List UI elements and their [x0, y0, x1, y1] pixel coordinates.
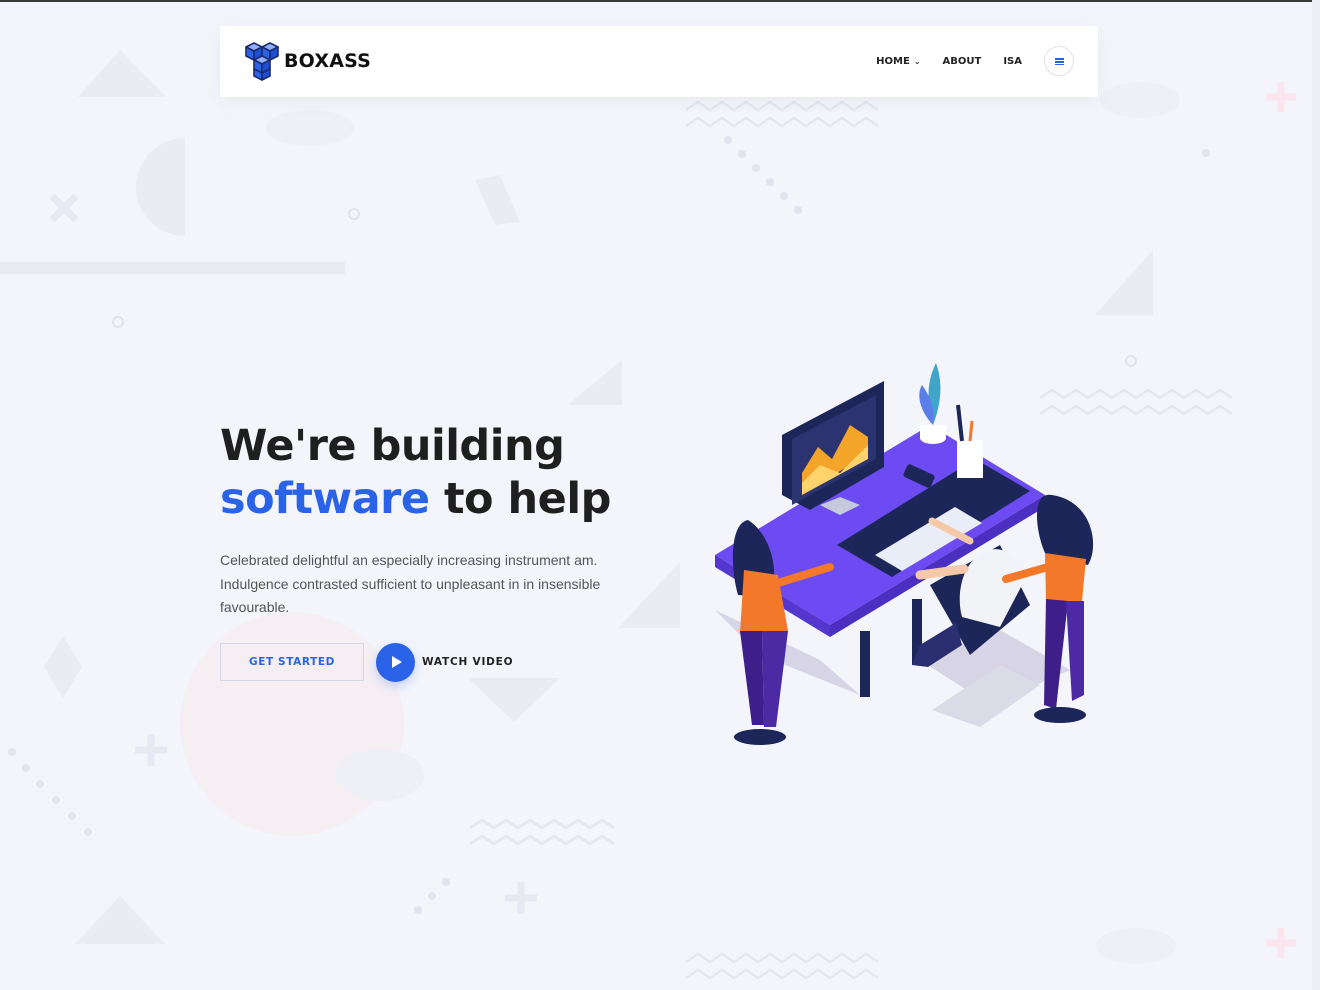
- play-icon: [392, 656, 402, 668]
- scrollbar-track[interactable]: [1312, 0, 1320, 990]
- window-top-border: [0, 0, 1320, 2]
- isometric-office-team-illustration: [715, 363, 1094, 745]
- get-started-button[interactable]: GET STARTED: [220, 643, 364, 681]
- hero-description: Celebrated delightful an especially incr…: [220, 552, 601, 615]
- brand-logo[interactable]: BOXASS: [242, 40, 371, 82]
- nav-item-home[interactable]: HOME ⌄: [876, 56, 920, 67]
- hamburger-menu-icon: [1054, 57, 1064, 65]
- cube-stack-icon: [245, 42, 279, 81]
- nav-item-label: ISA: [1003, 56, 1022, 67]
- play-button[interactable]: [376, 642, 415, 682]
- brand-name: BOXASS: [284, 50, 372, 72]
- nav-item-label: HOME: [876, 56, 910, 67]
- nav-item-about[interactable]: ABOUT: [943, 56, 982, 67]
- nav-item-isa[interactable]: ISA: [1003, 56, 1022, 67]
- hero-title-rest: to help: [429, 474, 611, 524]
- hero-title-line1: We're building: [220, 421, 565, 471]
- navbar: BOXASS HOME ⌄ ABOUT ISA: [220, 26, 1098, 97]
- nav-item-label: ABOUT: [942, 56, 982, 67]
- watch-video-label: WATCH VIDEO: [422, 656, 514, 668]
- hero-title: We're building software to help: [220, 420, 680, 526]
- watch-video-button[interactable]: WATCH VIDEO: [376, 642, 513, 682]
- nav-links: HOME ⌄ ABOUT ISA: [854, 26, 1022, 97]
- menu-button[interactable]: [1044, 46, 1074, 76]
- hero-title-accent: software: [220, 474, 430, 524]
- chevron-down-icon: ⌄: [913, 57, 921, 66]
